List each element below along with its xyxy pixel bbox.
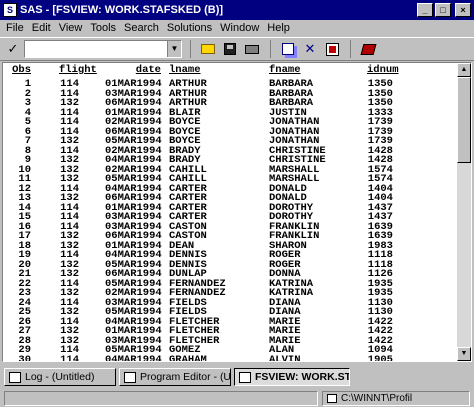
tab-log[interactable]: Log - (Untitled) bbox=[4, 368, 116, 386]
menu-solutions[interactable]: Solutions bbox=[163, 22, 216, 34]
vertical-scrollbar[interactable]: ▲ ▼ bbox=[457, 63, 471, 361]
table-header: Obs flight date lname fname idnum bbox=[3, 63, 458, 77]
maximize-button[interactable]: □ bbox=[435, 3, 451, 17]
copy-button[interactable] bbox=[278, 40, 298, 58]
book-icon bbox=[360, 43, 376, 55]
toolbar-separator bbox=[350, 40, 356, 58]
status-message bbox=[4, 390, 318, 406]
menu-window[interactable]: Window bbox=[216, 22, 263, 34]
menu-bar: File Edit View Tools Search Solutions Wi… bbox=[0, 20, 474, 36]
table-icon bbox=[239, 371, 251, 383]
tab-fsview[interactable]: FSVIEW: WORK.ST... bbox=[234, 368, 350, 386]
close-button[interactable]: × bbox=[455, 3, 471, 17]
current-folder[interactable]: C:\WINNT\Profil bbox=[322, 390, 470, 406]
menu-view[interactable]: View bbox=[55, 22, 87, 34]
cell-obs[interactable]: 30 bbox=[9, 355, 31, 361]
help-book-button[interactable] bbox=[358, 40, 378, 58]
menu-tools[interactable]: Tools bbox=[86, 22, 120, 34]
scroll-up-icon[interactable]: ▲ bbox=[457, 63, 471, 77]
status-bar: C:\WINNT\Profil bbox=[0, 389, 474, 407]
print-button[interactable] bbox=[242, 40, 262, 58]
menu-file[interactable]: File bbox=[2, 22, 28, 34]
graph-button[interactable] bbox=[322, 40, 342, 58]
current-folder-path: C:\WINNT\Profil bbox=[341, 392, 413, 404]
computer-icon bbox=[327, 393, 337, 403]
close-icon: ✕ bbox=[304, 41, 316, 56]
folder-icon bbox=[201, 44, 215, 54]
scroll-down-icon[interactable]: ▼ bbox=[457, 347, 471, 361]
sas-app-icon[interactable]: S bbox=[3, 3, 17, 17]
column-header-lname[interactable]: lname bbox=[169, 63, 259, 77]
checkmark-icon[interactable]: ✓ bbox=[4, 41, 22, 57]
cell-fname[interactable]: ALVIN bbox=[269, 355, 357, 361]
window-tabs: Log - (Untitled) Program Editor - (Untit… bbox=[0, 366, 474, 388]
column-header-obs[interactable]: Obs bbox=[9, 63, 31, 77]
column-header-date[interactable]: date bbox=[105, 63, 161, 77]
window-title: SAS - [FSVIEW: WORK.STAFSKED (B)] bbox=[20, 4, 224, 16]
copy-icon bbox=[282, 43, 294, 55]
toolbar: ✓ ▼ ✕ bbox=[0, 37, 474, 61]
menu-help[interactable]: Help bbox=[263, 22, 294, 34]
tab-program-editor[interactable]: Program Editor - (Untitled) bbox=[119, 368, 231, 386]
scroll-thumb[interactable] bbox=[457, 77, 471, 163]
toolbar-separator bbox=[270, 40, 276, 58]
chevron-down-icon[interactable]: ▼ bbox=[167, 41, 181, 57]
cell-flight[interactable]: 114 bbox=[59, 355, 79, 361]
editor-icon bbox=[124, 371, 136, 383]
cell-date[interactable]: 04MAR1994 bbox=[105, 355, 162, 361]
command-input[interactable]: ▼ bbox=[24, 40, 182, 58]
column-header-flight[interactable]: flight bbox=[59, 63, 97, 77]
menu-edit[interactable]: Edit bbox=[28, 22, 55, 34]
column-header-fname[interactable]: fname bbox=[269, 63, 357, 77]
delete-button[interactable]: ✕ bbox=[300, 40, 320, 58]
log-icon bbox=[9, 371, 21, 383]
fsview-table: Obs flight date lname fname idnum 1 114 01… bbox=[2, 62, 472, 362]
open-folder-button[interactable] bbox=[198, 40, 218, 58]
menu-search[interactable]: Search bbox=[120, 22, 163, 34]
title-bar: S SAS - [FSVIEW: WORK.STAFSKED (B)] _ □ … bbox=[0, 0, 474, 20]
minimize-button[interactable]: _ bbox=[417, 3, 433, 17]
table-row[interactable]: 30 114 04MAR1994 GRAHAM ALVIN 1905 bbox=[3, 355, 458, 361]
image-icon bbox=[325, 42, 339, 56]
tab-program-editor-label: Program Editor - (Untitled) bbox=[140, 371, 231, 383]
tab-log-label: Log - (Untitled) bbox=[25, 371, 95, 383]
tab-fsview-label: FSVIEW: WORK.ST... bbox=[255, 371, 350, 383]
cell-idnum[interactable]: 1905 bbox=[367, 355, 393, 361]
cell-lname[interactable]: GRAHAM bbox=[169, 355, 259, 361]
floppy-icon bbox=[224, 43, 236, 55]
toolbar-separator bbox=[190, 40, 196, 58]
table-grid: Obs flight date lname fname idnum 1 114 01… bbox=[3, 63, 458, 361]
printer-icon bbox=[245, 44, 259, 54]
column-header-idnum[interactable]: idnum bbox=[367, 63, 399, 77]
save-button[interactable] bbox=[220, 40, 240, 58]
